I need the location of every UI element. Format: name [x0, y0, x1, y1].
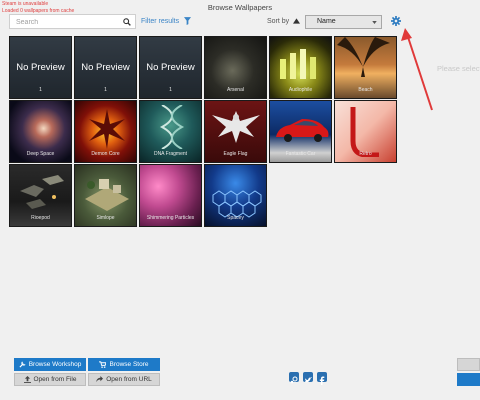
wallpaper-name: 1 [104, 87, 107, 93]
wallpaper-name: Shimmering Particles [146, 215, 195, 221]
red-car [276, 119, 329, 142]
audiophile-bars [280, 49, 316, 79]
wallpaper-name: Demon Core [91, 151, 120, 157]
wallpaper-tile[interactable]: Simlope [74, 164, 137, 227]
wallpaper-tile[interactable]: Rioepod [9, 164, 72, 227]
demon-core-spikes [89, 109, 125, 149]
eagle-emblem [212, 111, 260, 143]
chevron-down-icon [372, 21, 377, 24]
wallpaper-tile[interactable]: Beach [334, 36, 397, 99]
palm-silhouette [337, 37, 390, 77]
wrench-icon [19, 361, 26, 368]
wallpaper-name: Fantastic Car [285, 151, 316, 157]
wallpaper-name: Arsenal [227, 87, 244, 93]
open-from-file-label: Open from File [33, 376, 77, 383]
wallpaper-name: Deep Space [26, 151, 55, 157]
share-arrow-icon [96, 376, 104, 383]
filter-icon[interactable] [184, 17, 191, 25]
wallpaper-tile[interactable]: Shimmering Particles [139, 164, 202, 227]
wallpaper-name: Beach [358, 87, 373, 93]
wallpaper-name: 1 [39, 87, 42, 93]
wallpaper-tile[interactable]: Audiophile [269, 36, 332, 99]
retro-curve [350, 107, 379, 157]
open-from-url-label: Open from URL [106, 376, 152, 383]
wallpaper-tile[interactable]: Arsenal [204, 36, 267, 99]
wallpaper-name: DNA Fragment [153, 151, 188, 157]
wallpaper-tile[interactable]: No Preview 1 [139, 36, 202, 99]
wallpaper-tile[interactable]: DNA Fragment [139, 100, 202, 163]
right-secondary-button[interactable] [457, 358, 480, 371]
cart-icon [99, 361, 107, 368]
no-preview-label: No Preview [16, 62, 65, 73]
steam-icon[interactable] [289, 372, 299, 384]
wallpaper-tile[interactable]: Eagle Flag [204, 100, 267, 163]
no-preview-label: No Preview [146, 62, 195, 73]
open-from-file-button[interactable]: Open from File [14, 373, 86, 386]
filter-results-link[interactable]: Filter results [141, 18, 179, 25]
annotation-arrow [401, 28, 433, 111]
dna-helix [159, 105, 185, 149]
wallpaper-tile[interactable]: Fantastic Car [269, 100, 332, 163]
sort-select-value: Name [317, 18, 336, 25]
wallpaper-name: Spacey [227, 215, 244, 221]
gear-icon[interactable] [391, 16, 401, 26]
browse-store-button[interactable]: Browse Store [88, 358, 160, 371]
wallpaper-tile[interactable]: No Preview 1 [9, 36, 72, 99]
wallpaper-tile[interactable]: Retro [334, 100, 397, 163]
sort-by-label: Sort by [267, 18, 290, 25]
sort-direction-icon[interactable] [293, 18, 300, 24]
open-from-url-button[interactable]: Open from URL [88, 373, 160, 386]
search-icon[interactable] [123, 18, 131, 26]
browse-store-label: Browse Store [109, 361, 149, 368]
wallpaper-tile[interactable]: No Preview 1 [74, 36, 137, 99]
wallpaper-name: Simlope [96, 215, 115, 221]
browse-workshop-label: Browse Workshop [28, 361, 82, 368]
wallpaper-name: 1 [169, 87, 172, 93]
facebook-icon[interactable] [317, 372, 327, 385]
town-scene [85, 179, 129, 211]
ships-scene [20, 175, 64, 209]
select-wallpaper-hint: Please select [437, 64, 480, 73]
hex-pattern [212, 190, 262, 218]
search-input[interactable] [16, 17, 116, 27]
wallpaper-tile[interactable]: Demon Core [74, 100, 137, 163]
browse-workshop-button[interactable]: Browse Workshop [14, 358, 86, 371]
wallpaper-name: Rioepod [31, 215, 50, 221]
wallpaper-tile[interactable]: Deep Space [9, 100, 72, 163]
sort-select[interactable]: Name [305, 15, 382, 29]
wallpaper-name: Retro [359, 151, 372, 157]
window-title: Browse Wallpapers [207, 3, 273, 12]
twitter-icon[interactable] [303, 372, 313, 383]
upload-icon [23, 376, 31, 383]
right-primary-button[interactable] [457, 373, 480, 386]
no-preview-label: No Preview [81, 62, 130, 73]
wallpaper-name: Audiophile [288, 87, 313, 93]
wallpaper-name: Eagle Flag [223, 151, 248, 157]
wallpaper-tile[interactable]: Spacey [204, 164, 267, 227]
search-box[interactable] [9, 14, 136, 29]
